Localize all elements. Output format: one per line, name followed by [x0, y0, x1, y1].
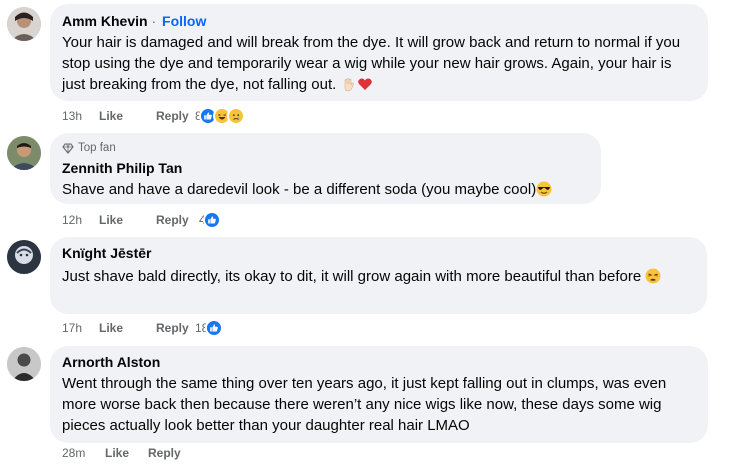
comment-timestamp[interactable]: 28m [62, 446, 105, 460]
avatar[interactable] [7, 136, 41, 170]
like-button[interactable]: Like [105, 446, 148, 460]
waving-hand-emoji-icon [341, 76, 357, 92]
avatar[interactable] [7, 7, 41, 41]
comment-bubble: Knïght Jēstēr Just shave bald directly, … [50, 237, 707, 314]
like-reaction-icon [205, 319, 224, 337]
like-reaction-icon [202, 211, 221, 229]
reply-button[interactable]: Reply [156, 213, 198, 227]
reply-button[interactable]: Reply [148, 446, 185, 460]
comment-text: Your hair is damaged and will break from… [62, 32, 696, 95]
sunglasses-emoji-icon [536, 181, 552, 197]
comment-text: Just shave bald directly, its okay to di… [62, 265, 695, 288]
avatar[interactable] [7, 240, 41, 274]
comment-bubble: Arnorth Alston Went through the same thi… [50, 346, 708, 443]
comment-text: Shave and have a daredevil look - be a d… [62, 180, 589, 200]
comment-author[interactable]: Zennith Philip Tan [62, 159, 589, 177]
like-button[interactable]: Like [99, 109, 156, 123]
comment-actions: 12h Like Reply 4 [62, 211, 221, 229]
comment-author[interactable]: Amm Khevin [62, 13, 148, 29]
red-heart-emoji-icon [357, 76, 373, 92]
diamond-icon [62, 142, 74, 154]
comment-text-body: Shave and have a daredevil look - be a d… [62, 181, 537, 198]
like-button[interactable]: Like [99, 321, 156, 335]
top-fan-label: Top fan [78, 141, 116, 154]
comment-text: Went through the same thing over ten yea… [62, 375, 667, 434]
reactions-summary[interactable]: 4 [199, 211, 221, 229]
comment-bubble: Amm Khevin · Follow Your hair is damaged… [50, 4, 708, 101]
comment-author-line: Amm Khevin · Follow [62, 12, 696, 30]
comment-bubble: Top fan Zennith Philip Tan Shave and hav… [50, 133, 601, 204]
comment-author[interactable]: Arnorth Alston [62, 353, 696, 371]
reply-button[interactable]: Reply [156, 321, 194, 335]
comment-actions: 28m Like Reply [62, 444, 185, 462]
top-fan-badge: Top fan [62, 140, 589, 155]
comment-actions: 13h Like Reply 8 [62, 107, 245, 125]
comment-actions: 17h Like Reply 18 [62, 319, 224, 337]
avatar[interactable] [7, 347, 41, 381]
comment-timestamp[interactable]: 12h [62, 213, 99, 227]
follow-button[interactable]: Follow [162, 13, 206, 29]
reactions-summary[interactable]: 18 [195, 319, 224, 337]
tired-face-emoji-icon [645, 268, 661, 284]
comment-author[interactable]: Knïght Jēstēr [62, 244, 695, 262]
comment-timestamp[interactable]: 17h [62, 321, 99, 335]
sad-reaction-icon [226, 107, 245, 125]
follow-separator: · [151, 13, 157, 29]
reply-button[interactable]: Reply [156, 109, 194, 123]
like-button[interactable]: Like [99, 213, 156, 227]
comment-timestamp[interactable]: 13h [62, 109, 99, 123]
reactions-summary[interactable]: 8 [195, 107, 245, 125]
comment-text-body: Just shave bald directly, its okay to di… [62, 268, 642, 285]
